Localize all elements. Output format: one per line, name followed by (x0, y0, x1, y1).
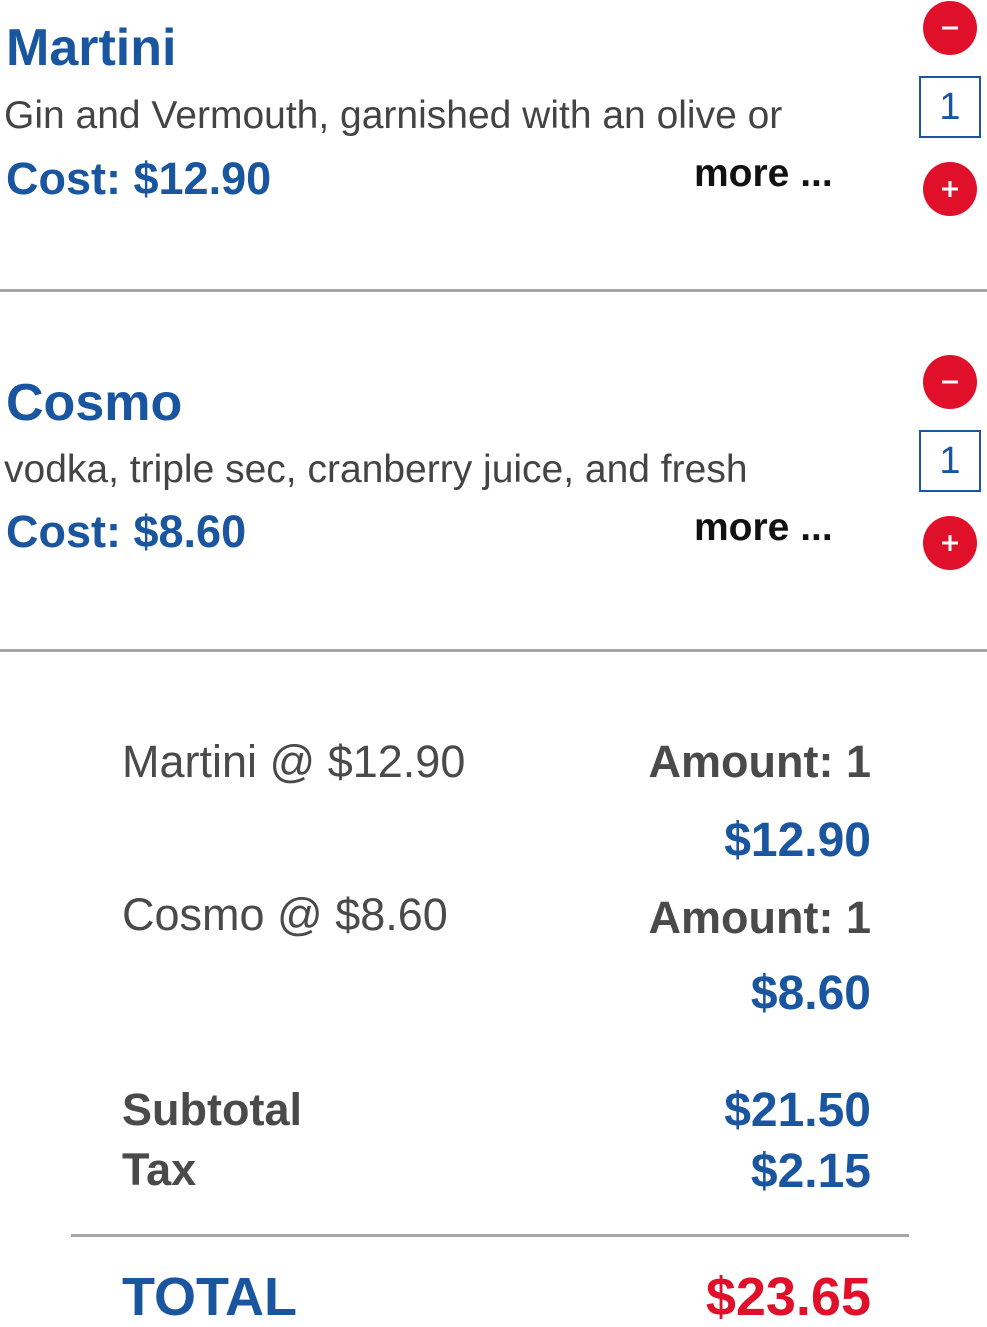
minus-icon (942, 26, 958, 30)
increment-button[interactable] (923, 162, 977, 216)
item-cost: Cost: $8.60 (6, 506, 247, 557)
summary-line-amount: Amount: 1 (648, 892, 871, 943)
item-description: Gin and Vermouth, garnished with an oliv… (4, 94, 783, 137)
plus-icon (942, 535, 958, 551)
summary-divider (71, 1234, 909, 1237)
more-link[interactable]: more ... (694, 154, 833, 193)
quantity-field[interactable]: 1 (919, 430, 981, 492)
divider (0, 649, 987, 652)
minus-icon (942, 380, 958, 384)
decrement-button[interactable] (923, 1, 977, 55)
tax-value: $2.15 (750, 1145, 871, 1198)
item-cost: Cost: $12.90 (6, 153, 272, 204)
total-value: $23.65 (705, 1267, 871, 1327)
item-name: Martini (6, 19, 177, 77)
divider (0, 289, 987, 292)
decrement-button[interactable] (923, 355, 977, 409)
summary-line-label: Martini @ $12.90 (122, 736, 466, 787)
plus-icon (942, 181, 958, 197)
item-description: vodka, triple sec, cranberry juice, and … (4, 448, 748, 491)
increment-button[interactable] (923, 516, 977, 570)
quantity-field[interactable]: 1 (919, 76, 981, 138)
subtotal-value: $21.50 (724, 1084, 871, 1137)
summary-line-price: $12.90 (724, 814, 871, 867)
tax-label: Tax (122, 1144, 197, 1195)
more-link[interactable]: more ... (694, 508, 833, 547)
summary-line-label: Cosmo @ $8.60 (122, 889, 448, 940)
total-label: TOTAL (122, 1267, 297, 1327)
summary-line-amount: Amount: 1 (648, 736, 871, 787)
summary-line-price: $8.60 (750, 967, 871, 1020)
subtotal-label: Subtotal (122, 1084, 302, 1135)
item-name: Cosmo (6, 374, 183, 432)
